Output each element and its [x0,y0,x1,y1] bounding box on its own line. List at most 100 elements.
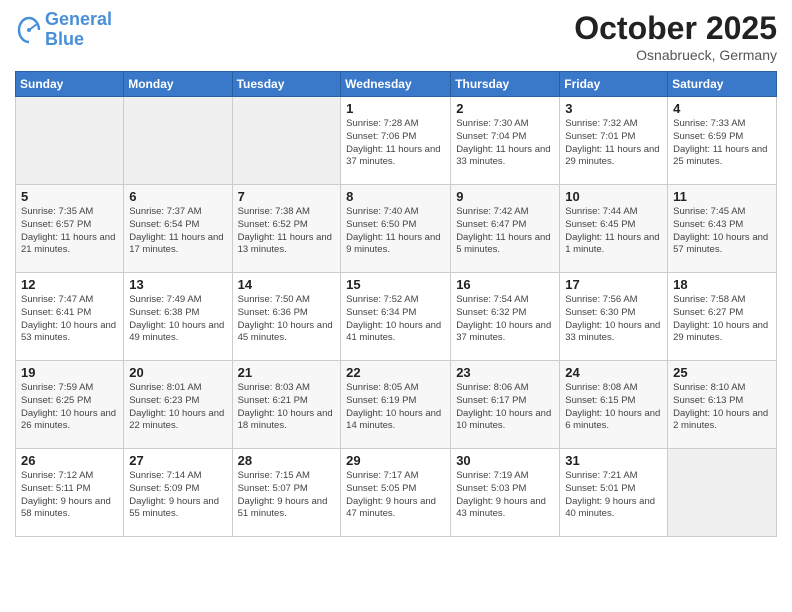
day-number: 15 [346,277,445,292]
calendar-cell: 5Sunrise: 7:35 AMSunset: 6:57 PMDaylight… [16,185,124,273]
day-info: Sunrise: 7:56 AMSunset: 6:30 PMDaylight:… [565,294,662,345]
day-number: 13 [129,277,226,292]
calendar-cell: 13 Sunrise: 7:49 AMSunset: 6:38 PMDayligh… [124,273,232,361]
day-number: 11 [673,189,771,204]
day-info: Sunrise: 7:37 AMSunset: 6:54 PMDaylight:… [129,206,226,257]
day-info: Sunrise: 7:45 AMSunset: 6:43 PMDaylight:… [673,206,771,257]
day-number: 14 [238,277,336,292]
day-info: Sunrise: 8:03 AMSunset: 6:21 PMDaylight:… [238,382,336,433]
calendar-cell: 21 Sunrise: 8:03 AMSunset: 6:21 PMDayligh… [232,361,341,449]
location: Osnabrueck, Germany [574,47,777,63]
header-sunday: Sunday [16,72,124,97]
day-info: Sunrise: 7:19 AMSunset: 5:03 PMDaylight:… [456,470,554,521]
calendar-week-row: 1 Sunrise: 7:28 AMSunset: 7:06 PMDaylight… [16,97,777,185]
calendar-header-row: Sunday Monday Tuesday Wednesday Thursday… [16,72,777,97]
header-wednesday: Wednesday [341,72,451,97]
calendar-cell: 6 Sunrise: 7:37 AMSunset: 6:54 PMDaylight… [124,185,232,273]
day-info: Sunrise: 7:49 AMSunset: 6:38 PMDaylight:… [129,294,226,345]
calendar-cell: 10 Sunrise: 7:44 AMSunset: 6:45 PMDayligh… [560,185,668,273]
day-number: 7 [238,189,336,204]
calendar-cell [232,97,341,185]
day-info: Sunrise: 7:17 AMSunset: 5:05 PMDaylight:… [346,470,445,521]
header-saturday: Saturday [668,72,777,97]
calendar-cell: 19 Sunrise: 7:59 AMSunset: 6:25 PMDayligh… [16,361,124,449]
day-info: Sunrise: 7:50 AMSunset: 6:36 PMDaylight:… [238,294,336,345]
calendar-cell: 9 Sunrise: 7:42 AMSunset: 6:47 PMDaylight… [451,185,560,273]
day-number: 26 [21,453,118,468]
logo: General Blue [15,10,112,50]
day-number: 21 [238,365,336,380]
header-thursday: Thursday [451,72,560,97]
day-number: 1 [346,101,445,116]
day-info: Sunrise: 7:52 AMSunset: 6:34 PMDaylight:… [346,294,445,345]
day-info: Sunrise: 7:38 AMSunset: 6:52 PMDaylight:… [238,206,336,257]
day-number: 12 [21,277,118,292]
calendar-cell: 20 Sunrise: 8:01 AMSunset: 6:23 PMDayligh… [124,361,232,449]
calendar-cell: 3 Sunrise: 7:32 AMSunset: 7:01 PMDaylight… [560,97,668,185]
calendar-cell: 23Sunrise: 8:06 AMSunset: 6:17 PMDayligh… [451,361,560,449]
calendar-cell [124,97,232,185]
day-number: 28 [238,453,336,468]
day-info: Sunrise: 7:28 AMSunset: 7:06 PMDaylight:… [346,118,445,169]
day-info: Sunrise: 8:01 AMSunset: 6:23 PMDaylight:… [129,382,226,433]
calendar-cell: 25 Sunrise: 8:10 AMSunset: 6:13 PMDayligh… [668,361,777,449]
calendar-cell: 4 Sunrise: 7:33 AMSunset: 6:59 PMDaylight… [668,97,777,185]
day-number: 20 [129,365,226,380]
calendar-cell: 31 Sunrise: 7:21 AMSunset: 5:01 PMDayligh… [560,449,668,537]
day-info: Sunrise: 7:59 AMSunset: 6:25 PMDaylight:… [21,382,118,433]
month-title: October 2025 [574,10,777,47]
day-number: 4 [673,101,771,116]
day-number: 10 [565,189,662,204]
day-info: Sunrise: 8:06 AMSunset: 6:17 PMDaylight:… [456,382,554,433]
calendar-cell: 8 Sunrise: 7:40 AMSunset: 6:50 PMDaylight… [341,185,451,273]
title-section: October 2025 Osnabrueck, Germany [574,10,777,63]
day-info: Sunrise: 8:08 AMSunset: 6:15 PMDaylight:… [565,382,662,433]
calendar-cell: 16Sunrise: 7:54 AMSunset: 6:32 PMDayligh… [451,273,560,361]
calendar-cell: 28 Sunrise: 7:15 AMSunset: 5:07 PMDayligh… [232,449,341,537]
day-info: Sunrise: 7:40 AMSunset: 6:50 PMDaylight:… [346,206,445,257]
day-number: 31 [565,453,662,468]
header: General Blue October 2025 Osnabrueck, Ge… [15,10,777,63]
calendar-cell: 17Sunrise: 7:56 AMSunset: 6:30 PMDayligh… [560,273,668,361]
day-info: Sunrise: 7:44 AMSunset: 6:45 PMDaylight:… [565,206,662,257]
day-info: Sunrise: 7:21 AMSunset: 5:01 PMDaylight:… [565,470,662,521]
calendar-week-row: 5Sunrise: 7:35 AMSunset: 6:57 PMDaylight… [16,185,777,273]
header-monday: Monday [124,72,232,97]
calendar-cell: 11 Sunrise: 7:45 AMSunset: 6:43 PMDayligh… [668,185,777,273]
day-number: 3 [565,101,662,116]
day-number: 19 [21,365,118,380]
day-number: 25 [673,365,771,380]
calendar-cell: 12 Sunrise: 7:47 AMSunset: 6:41 PMDayligh… [16,273,124,361]
header-friday: Friday [560,72,668,97]
day-info: Sunrise: 8:10 AMSunset: 6:13 PMDaylight:… [673,382,771,433]
day-info: Sunrise: 7:14 AMSunset: 5:09 PMDaylight:… [129,470,226,521]
calendar-cell: 15 Sunrise: 7:52 AMSunset: 6:34 PMDayligh… [341,273,451,361]
calendar: Sunday Monday Tuesday Wednesday Thursday… [15,71,777,537]
day-info: Sunrise: 8:05 AMSunset: 6:19 PMDaylight:… [346,382,445,433]
calendar-cell: 14 Sunrise: 7:50 AMSunset: 6:36 PMDayligh… [232,273,341,361]
page: General Blue October 2025 Osnabrueck, Ge… [0,0,792,612]
calendar-cell: 22 Sunrise: 8:05 AMSunset: 6:19 PMDayligh… [341,361,451,449]
calendar-cell [16,97,124,185]
day-info: Sunrise: 7:15 AMSunset: 5:07 PMDaylight:… [238,470,336,521]
calendar-cell: 7 Sunrise: 7:38 AMSunset: 6:52 PMDaylight… [232,185,341,273]
day-info: Sunrise: 7:47 AMSunset: 6:41 PMDaylight:… [21,294,118,345]
logo-text: General Blue [45,10,112,50]
day-info: Sunrise: 7:32 AMSunset: 7:01 PMDaylight:… [565,118,662,169]
calendar-week-row: 19 Sunrise: 7:59 AMSunset: 6:25 PMDayligh… [16,361,777,449]
calendar-cell: 24Sunrise: 8:08 AMSunset: 6:15 PMDayligh… [560,361,668,449]
day-number: 8 [346,189,445,204]
calendar-cell [668,449,777,537]
calendar-cell: 27Sunrise: 7:14 AMSunset: 5:09 PMDayligh… [124,449,232,537]
day-info: Sunrise: 7:58 AMSunset: 6:27 PMDaylight:… [673,294,771,345]
calendar-week-row: 26Sunrise: 7:12 AMSunset: 5:11 PMDayligh… [16,449,777,537]
calendar-cell: 1 Sunrise: 7:28 AMSunset: 7:06 PMDaylight… [341,97,451,185]
day-number: 6 [129,189,226,204]
day-number: 2 [456,101,554,116]
calendar-cell: 29Sunrise: 7:17 AMSunset: 5:05 PMDayligh… [341,449,451,537]
day-info: Sunrise: 7:33 AMSunset: 6:59 PMDaylight:… [673,118,771,169]
day-number: 9 [456,189,554,204]
day-info: Sunrise: 7:35 AMSunset: 6:57 PMDaylight:… [21,206,118,257]
day-number: 22 [346,365,445,380]
day-info: Sunrise: 7:42 AMSunset: 6:47 PMDaylight:… [456,206,554,257]
